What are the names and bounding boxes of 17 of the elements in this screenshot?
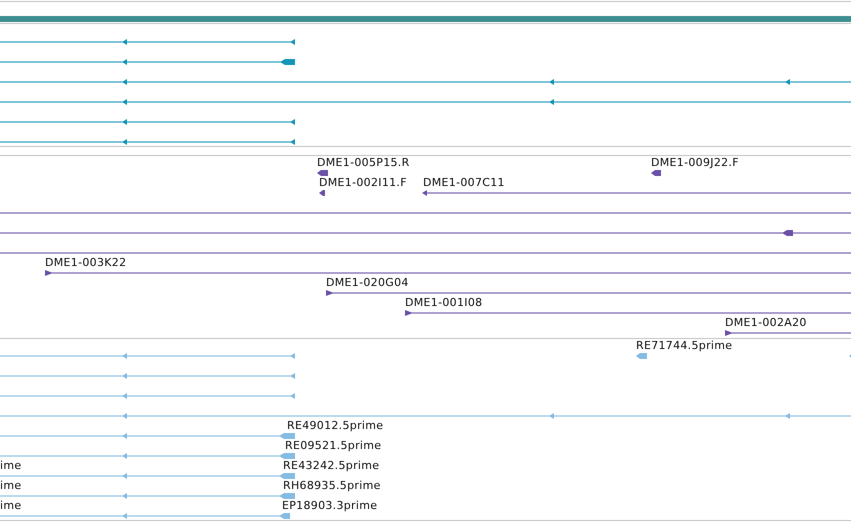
feature-label: DME1-007C11 [423, 177, 505, 189]
feature-label: RE49012.5prime [287, 420, 384, 432]
feature-label: DME1-002A20 [725, 317, 807, 329]
feature-label: RH68935.5prime [283, 480, 381, 492]
feature-label: DME1-003K22 [45, 257, 126, 269]
feature-label: RE09521.5prime [285, 440, 382, 452]
feature-label: DME1-005P15.R [317, 157, 410, 169]
feature-label: RE43242.5prime [283, 460, 380, 472]
feature-label: DME1-009J22.F [651, 157, 739, 169]
feature-label: DME1-001I08 [405, 297, 482, 309]
feature-label: ime [0, 500, 22, 512]
feature-label: ime [0, 460, 22, 472]
feature-label: EP18903.3prime [282, 500, 378, 512]
feature-label: RE71744.5prime [636, 340, 732, 352]
feature-label: DME1-020G04 [326, 277, 409, 289]
feature-label: DME1-002I11.F [319, 177, 407, 189]
feature-label: ime [0, 480, 22, 492]
